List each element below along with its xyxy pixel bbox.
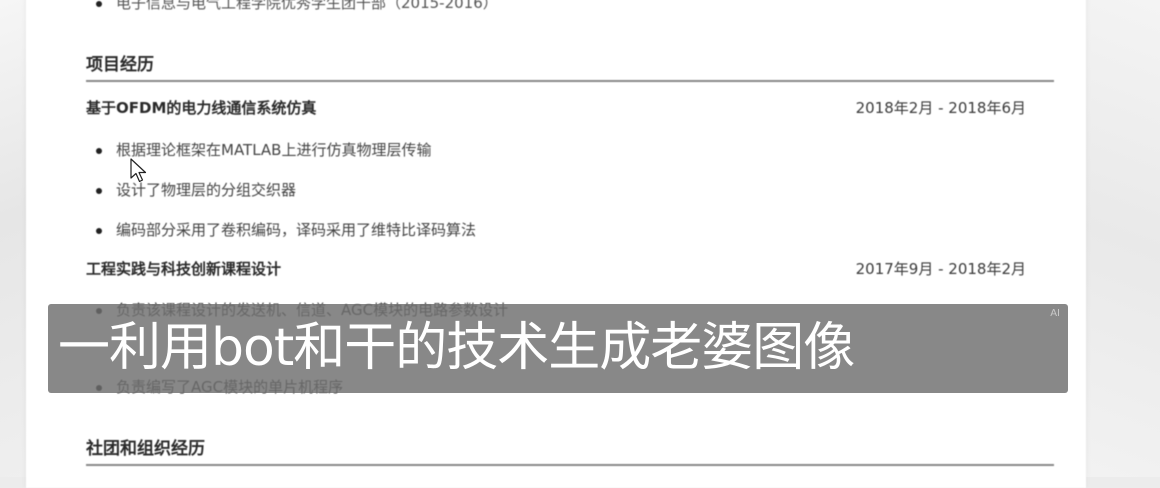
projects-section-title: 项目经历: [86, 55, 154, 75]
caption-text: 一利用bot和干的技术生成老婆图像: [58, 318, 855, 378]
ai-badge: AI: [1050, 308, 1060, 319]
section-divider: [86, 464, 1054, 466]
mouse-pointer-icon: [130, 158, 147, 183]
project-title: 工程实践与科技创新课程设计: [86, 260, 282, 278]
project-bullet: 根据理论框架在MATLAB上进行仿真物理层传输: [116, 141, 432, 159]
bullet-dot-icon: [96, 1, 102, 7]
project-title: 基于OFDM的电力线通信系统仿真: [86, 99, 317, 117]
section-divider: [86, 80, 1054, 82]
top-clipped-item: 电子信息与电气工程学院优秀学生团干部（2015-2016）: [116, 0, 498, 12]
clubs-section-title: 社团和组织经历: [86, 439, 205, 459]
resume-document: 电子信息与电气工程学院优秀学生团干部（2015-2016） 项目经历 基于OFD…: [26, 0, 1086, 488]
project-date: 2018年2月 - 2018年6月: [855, 99, 1026, 117]
project-date: 2017年9月 - 2018年2月: [855, 260, 1026, 278]
project-bullet: 编码部分采用了卷积编码，译码采用了维特比译码算法: [116, 221, 477, 239]
bullet-dot-icon: [96, 148, 102, 154]
bullet-dot-icon: [96, 188, 102, 194]
bullet-dot-icon: [96, 228, 102, 234]
caption-overlay: 一利用bot和干的技术生成老婆图像 AI: [48, 304, 1068, 393]
background-right: [1086, 0, 1160, 477]
